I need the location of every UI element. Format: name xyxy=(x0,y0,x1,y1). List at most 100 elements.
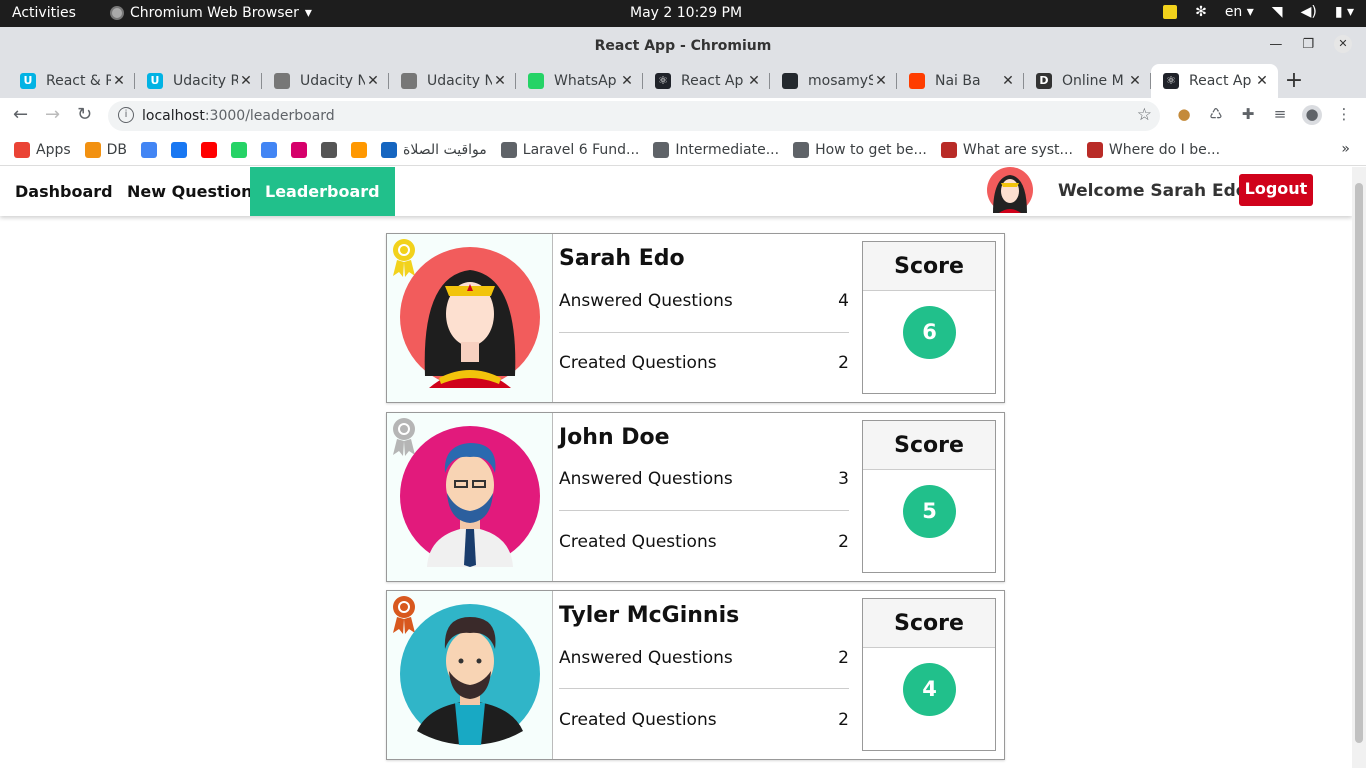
bookmark-star-icon[interactable]: ☆ xyxy=(1137,105,1152,125)
bookmark-item[interactable] xyxy=(261,141,278,158)
bookmark-item[interactable]: How to get be... xyxy=(793,141,927,158)
bookmark-item[interactable] xyxy=(291,141,308,158)
page-scrollbar[interactable] xyxy=(1352,167,1366,768)
app-menu[interactable]: Chromium Web Browser ▾ xyxy=(110,5,312,21)
tab-close-icon[interactable]: ✕ xyxy=(492,73,508,89)
user-name: John Doe xyxy=(559,425,670,450)
nav-new-question[interactable]: New Question xyxy=(112,167,267,216)
volume-icon[interactable]: ◀) xyxy=(1301,4,1317,20)
bookmark-item[interactable] xyxy=(321,141,338,158)
browser-tab[interactable]: Nai Ba ✕ xyxy=(897,64,1024,98)
tab-close-icon[interactable]: ✕ xyxy=(238,73,254,89)
tab-favicon-icon: ⚛ xyxy=(655,73,671,89)
tab-label: Nai Ba xyxy=(935,73,981,89)
browser-toolbar: ← → ↻ i localhost:3000/leaderboard ☆ ● ♺… xyxy=(0,98,1366,134)
close-window-icon[interactable]: ✕ xyxy=(1334,35,1352,53)
answered-count: 2 xyxy=(838,648,849,668)
bookmark-favicon-icon xyxy=(940,141,957,158)
reload-icon[interactable]: ↻ xyxy=(77,104,92,125)
chromium-icon xyxy=(110,6,124,20)
browser-tab[interactable]: ⚛ React Ap ✕ xyxy=(1151,64,1278,98)
bookmarks-overflow-icon[interactable]: » xyxy=(1341,141,1350,157)
bookmark-item[interactable] xyxy=(171,141,188,158)
forward-arrow-icon[interactable]: → xyxy=(45,104,60,125)
bookmark-item[interactable]: Intermediate... xyxy=(653,141,779,158)
address-bar[interactable]: i localhost:3000/leaderboard ☆ xyxy=(108,101,1160,131)
browser-tab[interactable]: U React & R ✕ xyxy=(8,64,135,98)
tab-close-icon[interactable]: ✕ xyxy=(619,73,635,89)
url-text[interactable]: localhost:3000/leaderboard xyxy=(142,108,335,124)
browser-tab[interactable]: mosamyS ✕ xyxy=(770,64,897,98)
profile-avatar-icon[interactable]: ● xyxy=(1302,105,1322,125)
bookmark-label: Laravel 6 Fund... xyxy=(522,141,640,158)
bookmark-item[interactable] xyxy=(141,141,158,158)
score-value: 6 xyxy=(903,306,956,359)
caret-down-icon: ▾ xyxy=(304,5,312,21)
tab-close-icon[interactable]: ✕ xyxy=(746,73,762,89)
browser-tab[interactable]: ⚛ React Ap ✕ xyxy=(643,64,770,98)
nav-leaderboard[interactable]: Leaderboard xyxy=(250,167,395,216)
score-header: Score xyxy=(863,242,995,291)
activities-button[interactable]: Activities xyxy=(12,5,76,21)
created-label: Created Questions xyxy=(559,532,717,552)
notes-icon[interactable] xyxy=(1163,5,1178,19)
language-indicator[interactable]: en ▾ xyxy=(1225,4,1254,20)
browser-tab[interactable]: Udacity N ✕ xyxy=(389,64,516,98)
user-name: Tyler McGinnis xyxy=(559,603,740,628)
bookmark-favicon-icon xyxy=(231,141,248,158)
bookmark-item[interactable] xyxy=(231,141,248,158)
menu-kebab-icon[interactable]: ⋮ xyxy=(1334,105,1354,125)
nav-dashboard[interactable]: Dashboard xyxy=(0,167,128,216)
created-row: Created Questions 2 xyxy=(559,532,849,552)
new-tab-plus-icon[interactable]: + xyxy=(1278,64,1310,98)
system-tray[interactable]: ✻ en ▾ ◥ ◀) ▮ ▾ xyxy=(1163,4,1354,20)
page-content: Dashboard New Question Leaderboard Welco… xyxy=(0,167,1352,768)
bookmark-favicon-icon xyxy=(171,141,188,158)
leaderboard-card: Tyler McGinnis Answered Questions 2 Crea… xyxy=(386,590,1005,760)
bookmark-label: مواقيت الصلاة xyxy=(403,141,487,158)
bookmark-item[interactable]: Apps xyxy=(14,141,71,158)
john-doe-avatar xyxy=(400,426,540,567)
extensions-puzzle-icon[interactable]: ✚ xyxy=(1238,105,1258,125)
logout-button[interactable]: Logout xyxy=(1239,174,1313,206)
bookmark-favicon-icon xyxy=(14,141,30,158)
bookmark-label: What are syst... xyxy=(962,141,1073,158)
recycle-extension-icon[interactable]: ♺ xyxy=(1206,105,1226,125)
bookmark-item[interactable]: DB xyxy=(84,141,127,158)
browser-tab[interactable]: U Udacity R ✕ xyxy=(135,64,262,98)
tab-strip: U React & R ✕ U Udacity R ✕ Udacity N ✕ Udacity … xyxy=(0,64,1366,98)
browser-tab[interactable]: Udacity N ✕ xyxy=(262,64,389,98)
bookmark-item[interactable]: Laravel 6 Fund... xyxy=(500,141,640,158)
answered-row: Answered Questions 2 xyxy=(559,648,849,668)
window-titlebar: React App - Chromium — ❐ ✕ xyxy=(0,27,1366,64)
browser-tab[interactable]: WhatsAp ✕ xyxy=(516,64,643,98)
bookmark-item[interactable] xyxy=(201,141,218,158)
score-value: 4 xyxy=(903,663,956,716)
tab-close-icon[interactable]: ✕ xyxy=(1000,73,1016,89)
welcome-text: Welcome Sarah Edo xyxy=(1058,181,1248,201)
bookmark-favicon-icon xyxy=(381,141,398,158)
clock[interactable]: May 2 10:29 PM xyxy=(630,5,742,21)
wifi-icon[interactable]: ◥ xyxy=(1272,4,1283,20)
scrollbar-thumb[interactable] xyxy=(1355,183,1363,743)
tab-close-icon[interactable]: ✕ xyxy=(1127,73,1143,89)
bookmark-item[interactable] xyxy=(351,141,368,158)
tab-close-icon[interactable]: ✕ xyxy=(365,73,381,89)
row-divider xyxy=(559,510,849,511)
minimize-icon[interactable]: — xyxy=(1269,37,1282,52)
browser-tab[interactable]: D Online M ✕ xyxy=(1024,64,1151,98)
bookmark-item[interactable]: Where do I be... xyxy=(1086,141,1220,158)
maximize-icon[interactable]: ❐ xyxy=(1302,37,1314,52)
site-info-icon[interactable]: i xyxy=(118,107,134,123)
battery-icon[interactable]: ▮ ▾ xyxy=(1335,4,1354,20)
media-control-icon[interactable]: ≡ xyxy=(1270,105,1290,125)
cookie-extension-icon[interactable]: ● xyxy=(1174,105,1194,125)
bookmark-item[interactable]: What are syst... xyxy=(940,141,1073,158)
slack-icon[interactable]: ✻ xyxy=(1195,4,1207,20)
back-arrow-icon[interactable]: ← xyxy=(13,104,28,125)
tab-close-icon[interactable]: ✕ xyxy=(873,73,889,89)
tab-close-icon[interactable]: ✕ xyxy=(111,73,127,89)
bookmark-item[interactable]: مواقيت الصلاة xyxy=(381,141,487,158)
tab-close-icon[interactable]: ✕ xyxy=(1254,73,1270,89)
answered-count: 4 xyxy=(838,291,849,311)
